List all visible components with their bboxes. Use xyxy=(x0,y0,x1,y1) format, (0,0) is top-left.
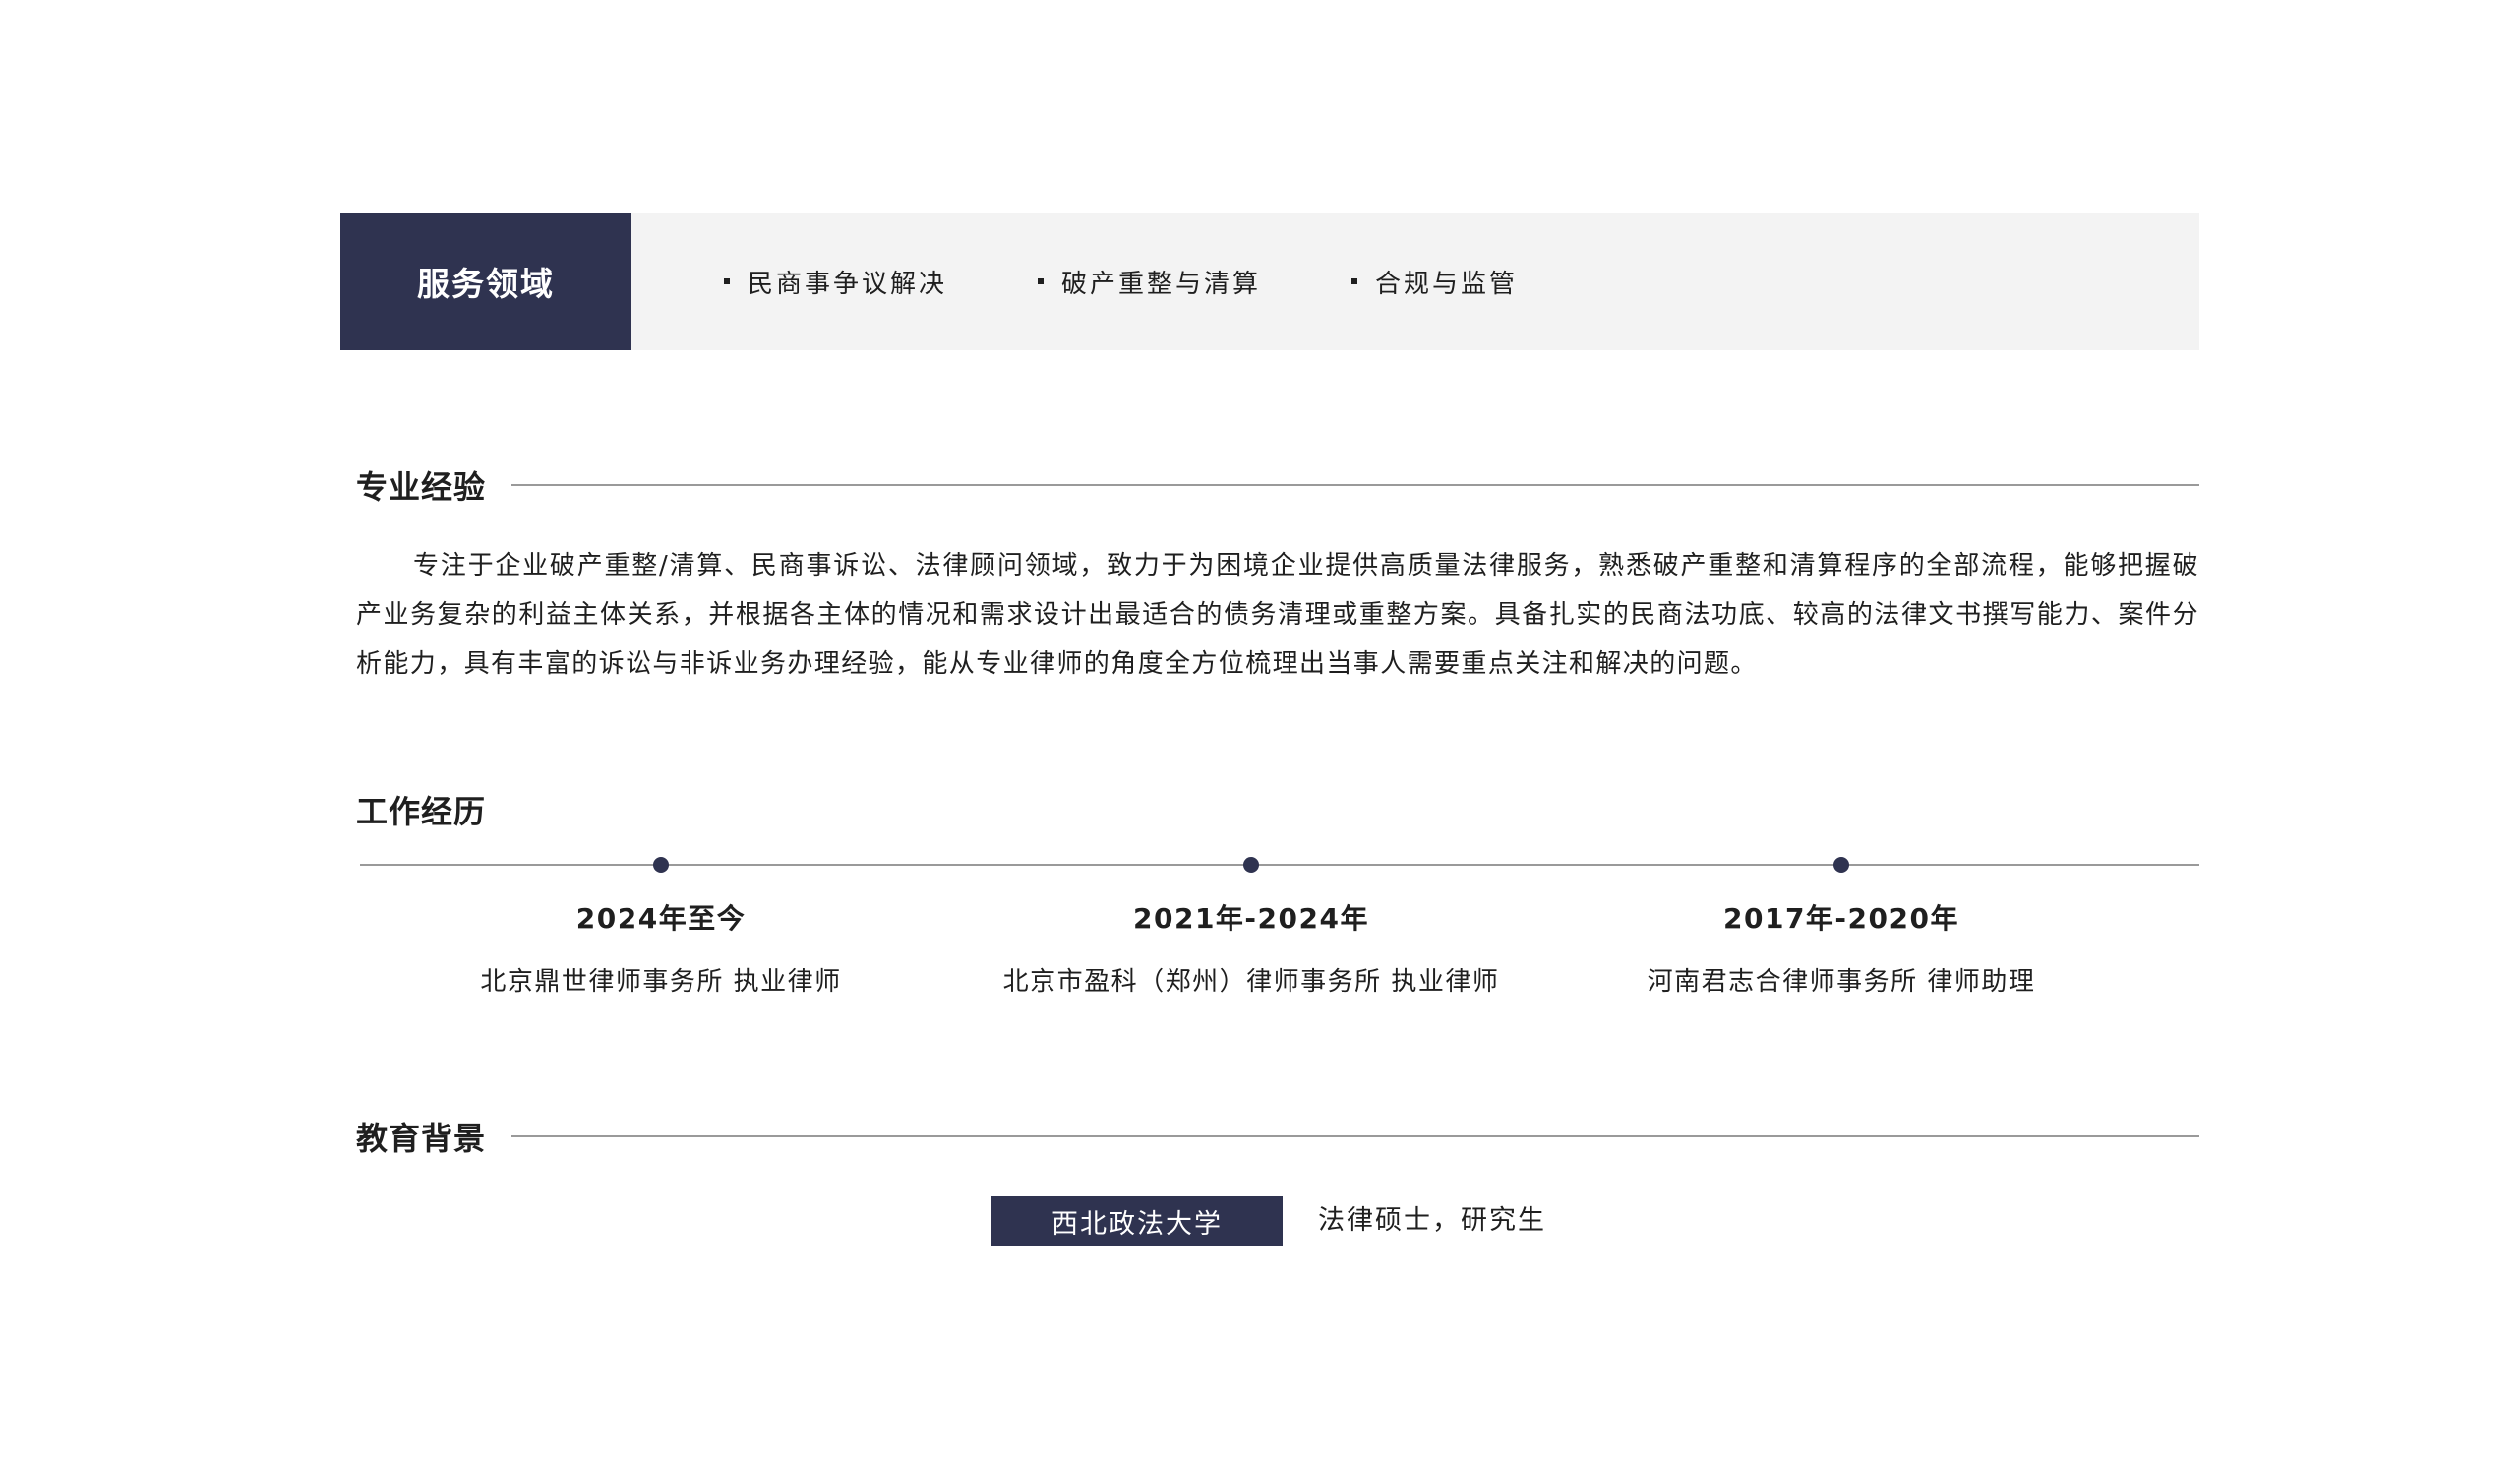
service-item-label: 破产重整与清算 xyxy=(1061,269,1262,299)
section-divider xyxy=(511,1135,2199,1137)
service-item: 破产重整与清算 xyxy=(1038,264,1261,300)
experience-heading: 专业经验 xyxy=(356,462,2199,508)
education-heading: 教育背景 xyxy=(356,1114,2199,1159)
education-title: 教育背景 xyxy=(356,1120,487,1157)
service-item: 民商事争议解决 xyxy=(724,264,947,300)
experience-title: 专业经验 xyxy=(356,468,487,506)
experience-summary: 专注于企业破产重整/清算、民商事诉讼、法律顾问领域，致力于为困境企业提供高质量法… xyxy=(356,551,2199,679)
services-list: 民商事争议解决 破产重整与清算 合规与监管 xyxy=(631,264,1608,300)
timeline-org: 北京鼎世律师事务所 执业律师 xyxy=(480,967,842,997)
service-item: 合规与监管 xyxy=(1351,264,1518,300)
work-title: 工作经历 xyxy=(356,793,487,830)
timeline-dot xyxy=(653,857,669,873)
bullet-icon xyxy=(1038,278,1045,284)
timeline-entry: 2017年-2020年 河南君志合律师事务所 律师助理 xyxy=(1527,897,2156,1002)
bullet-icon xyxy=(1351,278,1358,284)
service-item-label: 合规与监管 xyxy=(1375,269,1519,299)
timeline-entry: 2024年至今 北京鼎世律师事务所 执业律师 xyxy=(346,897,976,1002)
timeline-entry: 2021年-2024年 北京市盈科（郑州）律师事务所 执业律师 xyxy=(936,897,1566,1002)
timeline-org: 河南君志合律师事务所 律师助理 xyxy=(1647,967,2036,997)
timeline-period: 2017年-2020年 xyxy=(1723,902,1959,935)
work-heading: 工作经历 xyxy=(356,787,2199,832)
degree-label: 法律硕士，研究生 xyxy=(1318,1205,1546,1236)
service-item-label: 民商事争议解决 xyxy=(748,269,948,299)
section-divider xyxy=(511,484,2199,486)
timeline-org: 北京市盈科（郑州）律师事务所 执业律师 xyxy=(1002,967,1500,997)
timeline-dot xyxy=(1243,857,1259,873)
services-band: 服务领域 民商事争议解决 破产重整与清算 合规与监管 xyxy=(340,213,2199,350)
timeline-period: 2021年-2024年 xyxy=(1133,902,1369,935)
timeline-dot xyxy=(1833,857,1849,873)
services-label: 服务领域 xyxy=(340,213,631,350)
timeline-line xyxy=(360,864,2199,866)
school-badge: 西北政法大学 xyxy=(991,1196,1283,1246)
bullet-icon xyxy=(724,278,730,284)
timeline-period: 2024年至今 xyxy=(575,902,747,935)
